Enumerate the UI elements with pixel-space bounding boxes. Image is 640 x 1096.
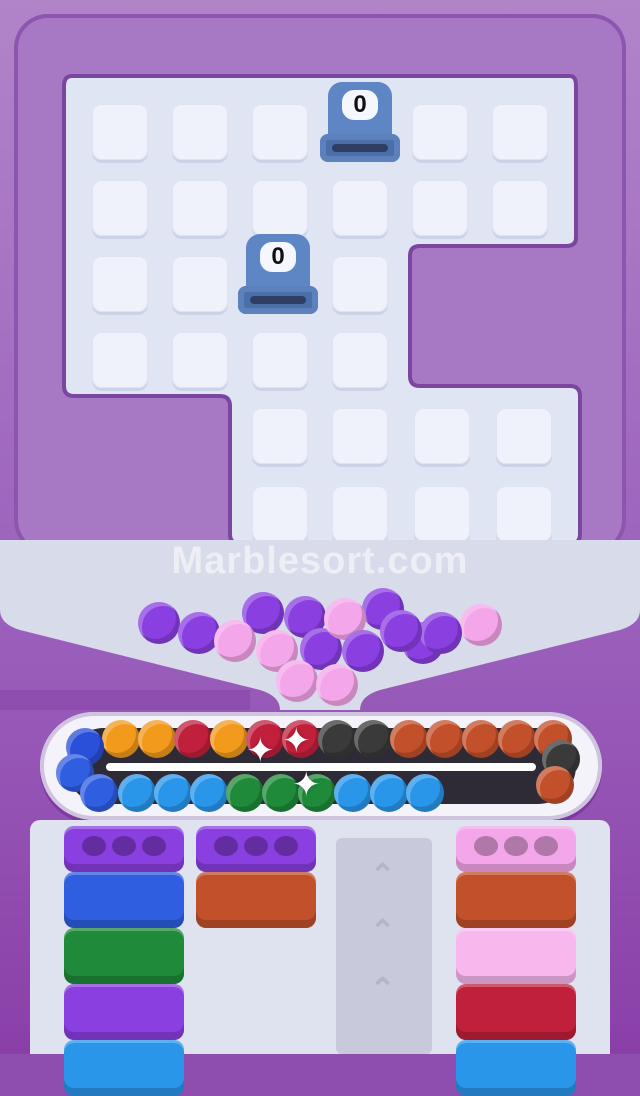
chevron-up-icon: ⌃	[370, 859, 396, 892]
marble	[276, 660, 318, 702]
grid-tile[interactable]	[172, 332, 228, 388]
sparkle-icon: ✦	[282, 722, 311, 760]
marble	[462, 720, 500, 758]
grid-tile[interactable]	[172, 104, 228, 160]
chevron-up-icon: ⌃	[370, 915, 396, 948]
sparkle-icon: ✦	[292, 766, 321, 804]
color-block	[456, 984, 576, 1040]
marble	[80, 774, 118, 812]
color-block	[456, 1040, 576, 1096]
column-cap	[456, 826, 576, 872]
marble	[406, 774, 444, 812]
dispenser-count: 0	[260, 242, 296, 272]
conveyor-divider	[106, 763, 536, 771]
grid-tile[interactable]	[332, 180, 388, 236]
column-cap	[196, 826, 316, 872]
grid-tile[interactable]	[92, 104, 148, 160]
grid-tile[interactable]	[172, 180, 228, 236]
marble	[178, 612, 220, 654]
marble-hole	[534, 836, 558, 856]
marble-dispenser[interactable]: 0	[320, 82, 400, 166]
marble	[380, 610, 422, 652]
marble	[210, 720, 248, 758]
empty-column-slot[interactable]: ⌃ ⌃ ⌃	[336, 838, 432, 1054]
marble	[460, 604, 502, 646]
chevron-up-icon: ⌃	[370, 973, 396, 1006]
marble-hole	[244, 836, 268, 856]
marble	[118, 774, 156, 812]
marble	[138, 602, 180, 644]
marble	[138, 720, 176, 758]
grid-tile[interactable]	[252, 408, 308, 464]
grid-tile[interactable]	[92, 256, 148, 312]
dispenser-count: 0	[342, 90, 378, 120]
marble	[154, 774, 192, 812]
grid-tile[interactable]	[92, 180, 148, 236]
marble	[390, 720, 428, 758]
marble	[420, 612, 462, 654]
grid-tile[interactable]	[412, 180, 468, 236]
marble	[426, 720, 464, 758]
watermark: Marblesort.com	[171, 540, 469, 582]
grid-tile[interactable]	[332, 332, 388, 388]
marble	[226, 774, 264, 812]
color-block	[64, 872, 184, 928]
grid-tile[interactable]	[492, 180, 548, 236]
marble-hole	[112, 836, 136, 856]
marble	[334, 774, 372, 812]
marble-dispenser[interactable]: 0	[238, 234, 318, 318]
marble	[354, 720, 392, 758]
marble	[318, 720, 356, 758]
marble	[498, 720, 536, 758]
color-block	[456, 928, 576, 984]
marble	[174, 720, 212, 758]
grid-tile[interactable]	[332, 408, 388, 464]
grid-tile[interactable]	[252, 180, 308, 236]
grid-tile[interactable]	[414, 486, 470, 542]
grid-tile[interactable]	[332, 256, 388, 312]
marble-hole	[82, 836, 106, 856]
dispenser-mouth	[238, 286, 318, 314]
color-block	[64, 928, 184, 984]
marble	[214, 620, 256, 662]
color-block	[456, 872, 576, 928]
dispenser-mouth	[320, 134, 400, 162]
grid-tile[interactable]	[252, 486, 308, 542]
grid-tile[interactable]	[332, 486, 388, 542]
color-block	[64, 1040, 184, 1096]
marble	[370, 774, 408, 812]
marble	[190, 774, 228, 812]
marble-hole	[214, 836, 238, 856]
grid-tile[interactable]	[252, 332, 308, 388]
marble-hole	[274, 836, 298, 856]
grid-tile[interactable]	[92, 332, 148, 388]
grid-tile[interactable]	[412, 104, 468, 160]
marble	[102, 720, 140, 758]
grid-tile[interactable]	[492, 104, 548, 160]
grid-tile[interactable]	[252, 104, 308, 160]
color-block	[196, 872, 316, 928]
grid-tile[interactable]	[172, 256, 228, 312]
sparkle-icon: ✦	[246, 732, 275, 770]
grid-tile[interactable]	[496, 486, 552, 542]
marble-hole	[142, 836, 166, 856]
marble	[536, 766, 574, 804]
marble-hole	[504, 836, 528, 856]
marble	[316, 664, 358, 706]
color-block	[64, 984, 184, 1040]
marble-hole	[474, 836, 498, 856]
column-cap	[64, 826, 184, 872]
grid-tile[interactable]	[414, 408, 470, 464]
marble	[342, 630, 384, 672]
grid-tile[interactable]	[496, 408, 552, 464]
